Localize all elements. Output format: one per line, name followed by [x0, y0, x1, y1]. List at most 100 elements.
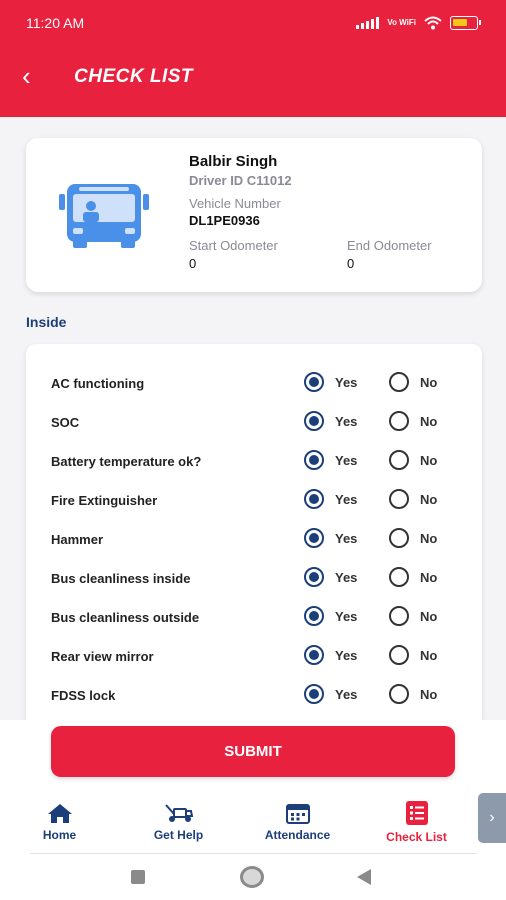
section-title: Inside — [26, 314, 67, 330]
radio-empty-icon[interactable] — [389, 489, 409, 509]
no-label: No — [420, 413, 438, 429]
no-label: No — [420, 491, 438, 507]
status-icons: Vo WiFi — [356, 16, 481, 30]
checklist-row: Bus cleanliness outside Yes No — [26, 598, 482, 637]
radio-selected-icon[interactable] — [304, 684, 324, 704]
yes-label: Yes — [335, 608, 358, 624]
submit-button[interactable]: SUBMIT — [51, 726, 455, 777]
yes-label: Yes — [335, 686, 358, 702]
yes-label: Yes — [335, 413, 358, 429]
no-radio[interactable]: No — [389, 446, 437, 474]
no-label: No — [420, 686, 438, 702]
checklist-item-label: Rear view mirror — [51, 649, 154, 664]
start-odometer-label: Start Odometer — [189, 238, 278, 253]
checklist-item-label: Fire Extinguisher — [51, 493, 158, 508]
radio-selected-icon[interactable] — [304, 372, 324, 392]
yes-radio[interactable]: Yes — [304, 446, 357, 474]
radio-selected-icon[interactable] — [304, 567, 324, 587]
yes-label: Yes — [335, 452, 358, 468]
nav-attendance[interactable]: Attendance — [238, 790, 357, 854]
nav-check-list[interactable]: Check List — [357, 790, 476, 854]
nav-home[interactable]: Home — [0, 790, 119, 854]
yes-radio[interactable]: Yes — [304, 602, 357, 630]
yes-label: Yes — [335, 647, 358, 663]
checklist-item-label: FDSS lock — [51, 688, 116, 703]
nav-get-help-label: Get Help — [153, 828, 204, 842]
no-label: No — [420, 374, 438, 390]
radio-empty-icon[interactable] — [389, 606, 409, 626]
radio-selected-icon[interactable] — [304, 411, 324, 431]
bottom-nav: Home Get Help Attendance Check List — [0, 790, 476, 854]
no-radio[interactable]: No — [389, 602, 437, 630]
yes-label: Yes — [335, 530, 358, 546]
no-radio[interactable]: No — [389, 563, 437, 591]
chevron-right-icon[interactable]: › — [478, 793, 506, 843]
yes-radio[interactable]: Yes — [304, 485, 357, 513]
checklist-item-label: AC functioning — [51, 376, 145, 391]
recents-icon[interactable] — [131, 870, 145, 884]
wifi-icon — [424, 16, 442, 30]
radio-selected-icon[interactable] — [304, 450, 324, 470]
checklist-row: Rear view mirror Yes No — [26, 637, 482, 676]
checklist-item-label: Hammer — [51, 532, 104, 547]
radio-empty-icon[interactable] — [389, 411, 409, 431]
battery-icon — [450, 16, 481, 30]
radio-selected-icon[interactable] — [304, 645, 324, 665]
yes-radio[interactable]: Yes — [304, 641, 357, 669]
yes-radio[interactable]: Yes — [304, 563, 357, 591]
vehicle-number-label: Vehicle Number — [189, 196, 281, 211]
radio-empty-icon[interactable] — [389, 645, 409, 665]
radio-empty-icon[interactable] — [389, 528, 409, 548]
driver-id: Driver ID C11012 — [189, 173, 292, 188]
driver-name: Balbir Singh — [189, 153, 278, 170]
no-label: No — [420, 647, 438, 663]
yes-label: Yes — [335, 374, 358, 390]
checklist-row: Battery temperature ok? Yes No — [26, 442, 482, 481]
no-radio[interactable]: No — [389, 524, 437, 552]
status-time: 11:20 AM — [26, 15, 85, 31]
checklist-icon — [405, 801, 428, 825]
app-header: 11:20 AM Vo WiFi ‹ CHECK LIST — [0, 0, 506, 117]
no-radio[interactable]: No — [389, 641, 437, 669]
radio-empty-icon[interactable] — [389, 567, 409, 587]
checklist-row: Fire Extinguisher Yes No — [26, 481, 482, 520]
home-icon — [47, 804, 72, 823]
no-label: No — [420, 569, 438, 585]
checklist-item-label: Battery temperature ok? — [51, 454, 202, 469]
page-title: CHECK LIST — [74, 66, 193, 87]
vowifi-label: Vo WiFi — [387, 18, 416, 27]
nav-home-label: Home — [42, 828, 77, 842]
bus-icon — [59, 184, 149, 248]
yes-radio[interactable]: Yes — [304, 680, 357, 708]
nav-attendance-label: Attendance — [264, 828, 331, 842]
radio-empty-icon[interactable] — [389, 372, 409, 392]
yes-radio[interactable]: Yes — [304, 524, 357, 552]
yes-radio[interactable]: Yes — [304, 368, 357, 396]
radio-selected-icon[interactable] — [304, 489, 324, 509]
back-system-icon[interactable] — [357, 869, 371, 885]
chevron-left-icon[interactable]: ‹ — [22, 62, 46, 90]
checklist-row: SOC Yes No — [26, 403, 482, 442]
no-label: No — [420, 530, 438, 546]
end-odometer-value: 0 — [347, 256, 355, 271]
no-radio[interactable]: No — [389, 407, 437, 435]
checklist-row: FDSS lock Yes No — [26, 676, 482, 715]
yes-radio[interactable]: Yes — [304, 407, 357, 435]
home-system-icon[interactable] — [240, 866, 264, 888]
radio-selected-icon[interactable] — [304, 528, 324, 548]
checklist-item-label: Bus cleanliness outside — [51, 610, 200, 625]
end-odometer-label: End Odometer — [347, 238, 432, 253]
tow-truck-icon — [164, 804, 193, 822]
no-radio[interactable]: No — [389, 368, 437, 396]
status-bar: 11:20 AM Vo WiFi — [26, 12, 481, 34]
no-radio[interactable]: No — [389, 485, 437, 513]
nav-check-list-label: Check List — [386, 830, 447, 844]
radio-selected-icon[interactable] — [304, 606, 324, 626]
no-radio[interactable]: No — [389, 680, 437, 708]
radio-empty-icon[interactable] — [389, 684, 409, 704]
yes-label: Yes — [335, 491, 358, 507]
radio-empty-icon[interactable] — [389, 450, 409, 470]
nav-get-help[interactable]: Get Help — [119, 790, 238, 854]
vehicle-number: DL1PE0936 — [189, 213, 260, 228]
checklist-card: AC functioning Yes No SOC Yes No Battery… — [26, 344, 482, 720]
